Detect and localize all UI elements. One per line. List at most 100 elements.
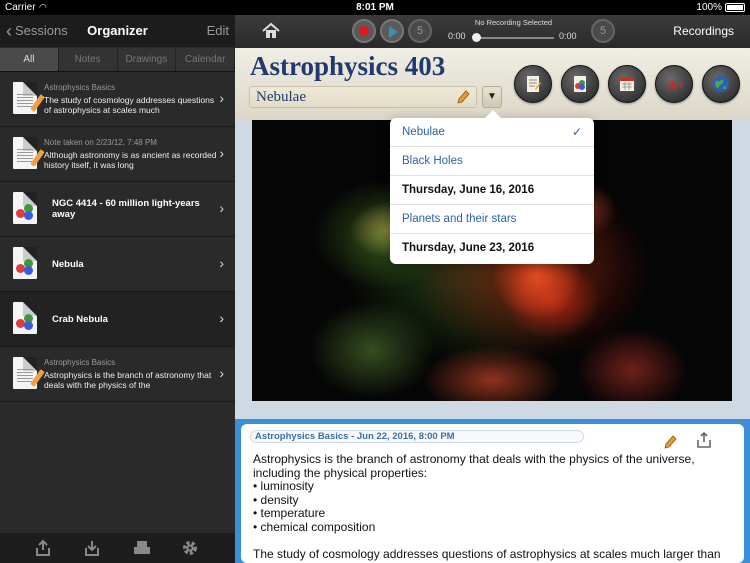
filter-tabs: All Notes Drawings Calendar [0, 48, 235, 72]
note-document-icon [13, 82, 45, 114]
home-icon[interactable] [261, 21, 281, 41]
drawing-document-icon [13, 302, 37, 334]
play-button[interactable] [380, 19, 404, 43]
chevron-right-icon: › [219, 310, 224, 326]
grade-icon: A+ [666, 78, 683, 93]
new-note-icon [527, 76, 541, 92]
menu-item-label: Thursday, June 23, 2016 [402, 242, 535, 254]
chevron-right-icon: › [219, 145, 224, 161]
calendar-button[interactable] [608, 65, 646, 103]
recordings-button[interactable]: Recordings [673, 24, 734, 38]
section-field[interactable]: Nebulae [249, 86, 477, 108]
download-icon[interactable] [83, 539, 101, 557]
export-icon[interactable] [34, 539, 52, 557]
menu-item-label: Nebulae [402, 126, 445, 138]
recording-name: No Recording Selected [474, 18, 553, 27]
list-item[interactable]: Astrophysics Basics Astrophysics is the … [0, 347, 235, 402]
section-dropdown-button[interactable]: ▼ [482, 86, 502, 108]
note-document-icon [13, 137, 45, 169]
note-paragraph: The study of cosmology addresses questio… [253, 546, 721, 561]
calendar-icon [620, 77, 634, 91]
menu-item-nebulae[interactable]: Nebulae ✓ [390, 118, 594, 147]
battery-icon [725, 3, 745, 12]
menu-item-label: Planets and their stars [402, 213, 517, 225]
time-total: 0:00 [559, 31, 577, 41]
menu-item-label: Thursday, June 16, 2016 [402, 184, 535, 196]
sidebar-footer [0, 533, 235, 563]
tab-all[interactable]: All [0, 48, 59, 71]
menu-item-june-16[interactable]: Thursday, June 16, 2016 [390, 176, 594, 205]
clock: 8:01 PM [356, 2, 394, 13]
settings-icon[interactable] [181, 539, 199, 557]
sidebar-navbar: ‹ Sessions Organizer Edit [0, 15, 235, 47]
note-header: Astrophysics Basics - Jun 22, 2016, 8:00… [250, 430, 584, 443]
list-item[interactable]: Astrophysics Basics The study of cosmolo… [0, 72, 235, 127]
notebook-title: Astrophysics 403 [250, 51, 446, 81]
organizer-sidebar: ‹ Sessions Organizer Edit All Notes Draw… [0, 15, 235, 563]
note-bullet: • luminosity [253, 479, 314, 493]
note-intro: Astrophysics is the branch of astronomy … [253, 452, 695, 480]
item-title: Nebula [52, 259, 84, 270]
note-header-text: Astrophysics Basics - Jun 22, 2016, 8:00… [255, 431, 455, 442]
note-card[interactable]: Astrophysics Basics - Jun 22, 2016, 8:00… [241, 424, 744, 563]
tab-calendar[interactable]: Calendar [176, 48, 235, 71]
section-value: Nebulae [256, 89, 306, 105]
triangle-down-icon: ▼ [487, 91, 497, 102]
menu-item-june-23[interactable]: Thursday, June 23, 2016 [390, 234, 594, 263]
drawing-document-icon [13, 247, 37, 279]
note-document-icon [13, 357, 45, 389]
pencil-icon[interactable] [456, 89, 470, 105]
list-item[interactable]: Nebula › [0, 237, 235, 292]
sidebar-title: Organizer [87, 23, 148, 38]
list-item[interactable]: Note taken on 2/23/12, 7:48 PM Although … [0, 127, 235, 182]
item-title: NGC 4414 - 60 million light-years away [52, 198, 200, 220]
audio-toolbar: 5 No Recording Selected 0:00 0:00 5 Reco… [235, 15, 750, 48]
item-subtitle: Astrophysics Basics [44, 83, 116, 92]
drawing-icon [574, 76, 586, 92]
globe-icon [713, 76, 729, 92]
note-bullet: • chemical composition [253, 519, 376, 534]
drawing-document-icon [13, 192, 37, 224]
menu-item-label: Black Holes [402, 155, 463, 167]
item-body: Astrophysics is the branch of astronomy … [44, 370, 212, 390]
tab-drawings[interactable]: Drawings [118, 48, 177, 71]
item-body: Although astronomy is as ancient as reco… [44, 150, 217, 170]
note-bullet: • temperature [253, 506, 326, 520]
note-body: Astrophysics is the branch of astronomy … [253, 452, 733, 561]
share-icon[interactable] [696, 431, 712, 448]
item-title: Crab Nebula [52, 314, 108, 325]
time-elapsed: 0:00 [448, 31, 466, 41]
edit-note-icon[interactable] [663, 434, 677, 453]
skip-back-button[interactable]: 5 [408, 19, 432, 43]
record-button[interactable] [352, 19, 376, 43]
organizer-list: Astrophysics Basics The study of cosmolo… [0, 72, 235, 402]
status-bar: Carrier ◠ 8:01 PM 100% [0, 0, 750, 15]
svg-text:A+: A+ [666, 78, 683, 93]
note-bullet: • density [253, 492, 299, 507]
edit-button[interactable]: Edit [207, 23, 229, 38]
playback-track[interactable] [476, 37, 554, 39]
drawing-button[interactable] [561, 65, 599, 103]
globe-button[interactable] [702, 65, 740, 103]
print-icon[interactable] [133, 539, 151, 557]
battery-percent: 100% [696, 2, 722, 13]
item-body: The study of cosmology addresses questio… [44, 95, 215, 115]
section-dropdown-menu: Nebulae ✓ Black Holes Thursday, June 16,… [390, 110, 594, 264]
tab-notes[interactable]: Notes [59, 48, 118, 71]
menu-item-planets[interactable]: Planets and their stars [390, 205, 594, 234]
menu-item-black-holes[interactable]: Black Holes [390, 147, 594, 176]
chevron-right-icon: › [219, 365, 224, 381]
list-item[interactable]: Crab Nebula › [0, 292, 235, 347]
grade-button[interactable]: A+ [655, 65, 693, 103]
popover-arrow [485, 110, 501, 118]
item-subtitle: Astrophysics Basics [44, 358, 116, 367]
skip-forward-button[interactable]: 5 [591, 19, 615, 43]
new-note-button[interactable] [514, 65, 552, 103]
list-item[interactable]: NGC 4414 - 60 million light-years away › [0, 182, 235, 237]
chevron-right-icon: › [219, 200, 224, 216]
chevron-right-icon: › [219, 255, 224, 271]
playback-scrubber[interactable] [472, 33, 481, 42]
chevron-right-icon: › [219, 90, 224, 106]
checkmark-icon: ✓ [571, 125, 582, 139]
item-subtitle: Note taken on 2/23/12, 7:48 PM [44, 138, 157, 147]
